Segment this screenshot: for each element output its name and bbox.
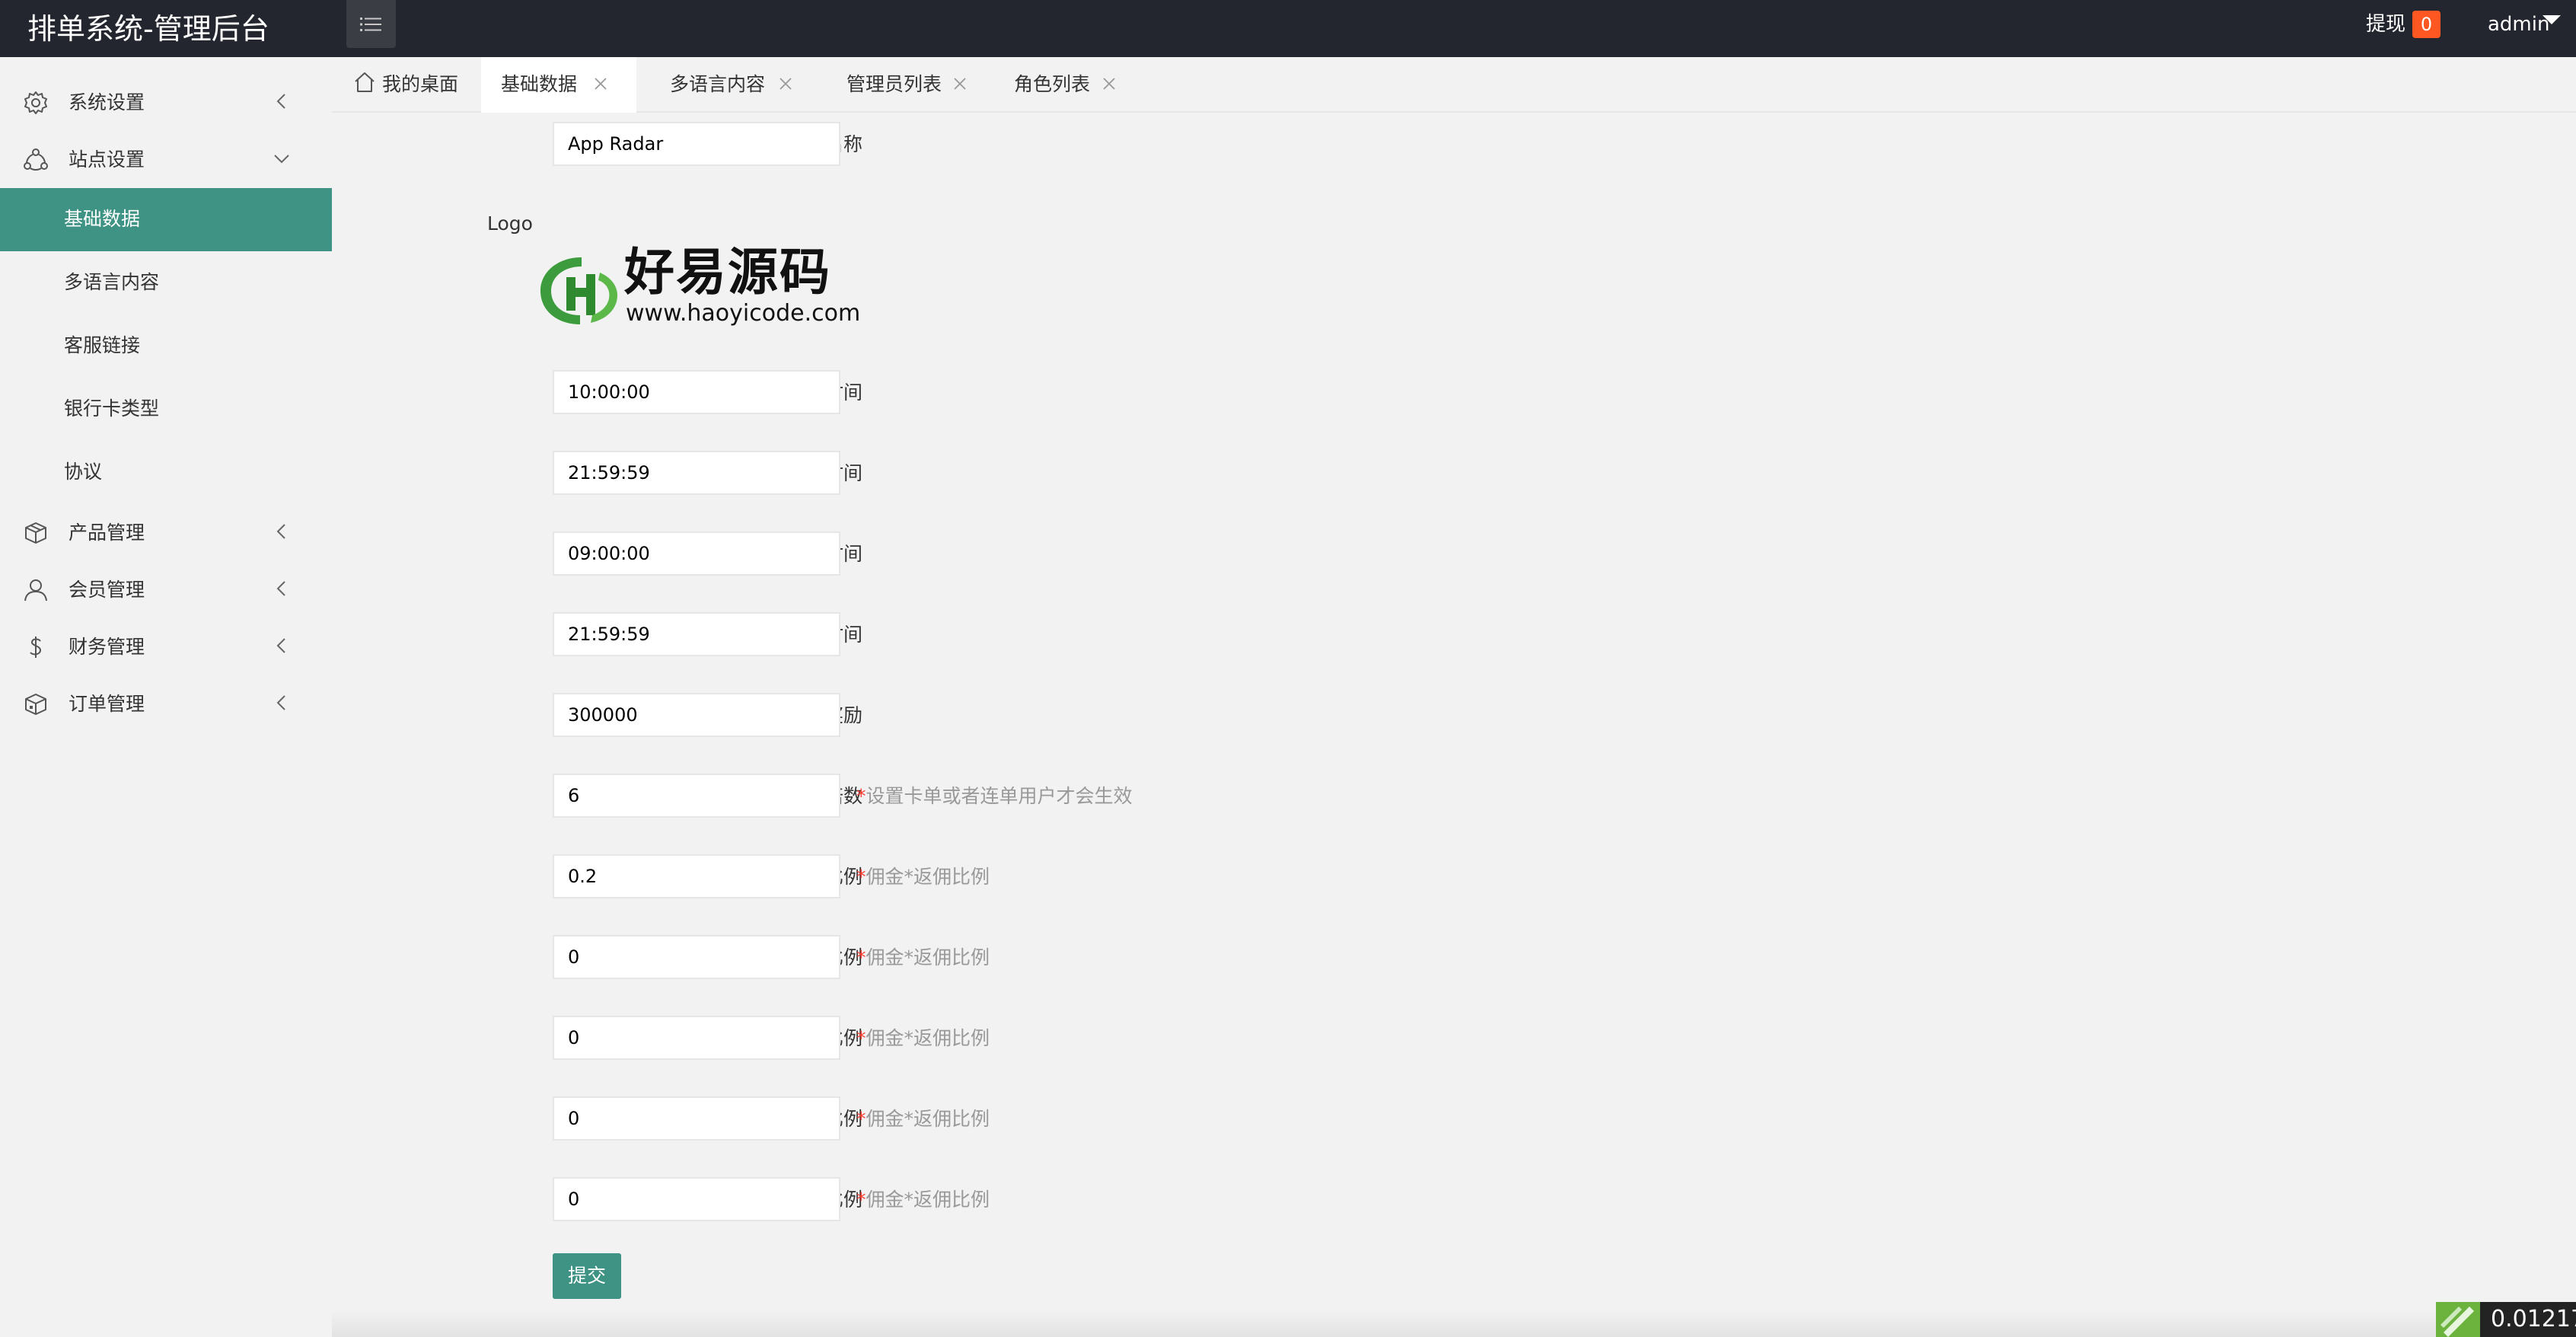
sidebar: 系统设置 站点设置 基础数据 多语言内容 客服链接 银行卡类型 协议 产品管理 — [0, 57, 332, 1337]
tab-admin-list[interactable]: 管理员列表 — [822, 57, 991, 113]
content-bottom-shadow — [332, 1310, 2576, 1337]
register-reward-input[interactable] — [553, 693, 840, 737]
chevron-left-icon — [271, 521, 292, 542]
level2-rebate-input[interactable] — [553, 935, 840, 979]
form-row-level1-rebate: *一级返佣比例 *佣金*返佣比例 — [332, 851, 2576, 900]
form-row-level2-rebate: *二级返佣比例 *佣金*返佣比例 — [332, 932, 2576, 981]
sidebar-item-label: 协议 — [64, 461, 103, 483]
close-icon[interactable] — [1101, 75, 1117, 92]
form-row-app-name: *APP名称 — [332, 119, 2576, 168]
sidebar-item-members[interactable]: 会员管理 — [0, 563, 332, 616]
tab-role-list[interactable]: 角色列表 — [999, 57, 1151, 113]
sidebar-item-site-settings[interactable]: 站点设置 — [0, 132, 332, 186]
withdraw-link[interactable]: 提现 — [2366, 11, 2405, 38]
chevron-left-icon — [271, 635, 292, 656]
chevron-left-icon — [271, 91, 292, 112]
sidebar-item-label: 客服链接 — [64, 334, 141, 356]
sidebar-item-agreement[interactable]: 协议 — [0, 441, 332, 504]
top-header: 排单系统-管理后台 提现 0 admin — [0, 0, 2576, 57]
sidebar-item-label: 系统设置 — [69, 91, 145, 113]
tab-basic-data[interactable]: 基础数据 — [481, 57, 636, 113]
app-name-input[interactable] — [553, 122, 840, 166]
field-hint: *佣金*返佣比例 — [856, 866, 990, 888]
sidebar-item-multilang[interactable]: 多语言内容 — [0, 251, 332, 314]
logo-mark-icon — [540, 257, 618, 324]
logo-image[interactable]: 好易源码 www.haoyicode.com — [536, 243, 860, 333]
sidebar-item-basic-data[interactable]: 基础数据 — [0, 188, 332, 251]
sidebar-item-service-link[interactable]: 客服链接 — [0, 314, 332, 378]
form-row-open-time: *开盘时间 — [332, 367, 2576, 416]
app-title: 排单系统-管理后台 — [27, 12, 269, 46]
submit-button[interactable]: 提交 — [553, 1253, 621, 1299]
form-row-close-time: *闭盘时间 — [332, 448, 2576, 496]
box-icon — [23, 691, 49, 717]
form-row-register-reward: *注册奖励 — [332, 690, 2576, 739]
tab-bar: 我的桌面 基础数据 多语言内容 管理员列表 角色列表 — [332, 57, 2576, 113]
sidebar-item-label: 财务管理 — [69, 636, 145, 658]
logo-text-url: www.haoyicode.com — [626, 300, 861, 327]
user-menu[interactable]: admin — [2488, 11, 2549, 38]
field-hint: *佣金*返佣比例 — [856, 946, 990, 968]
tab-my-desktop[interactable]: 我的桌面 — [332, 57, 478, 113]
tab-label: 基础数据 — [501, 73, 578, 95]
field-hint: *佣金*返佣比例 — [856, 1189, 990, 1211]
rebate-multiple-input[interactable] — [553, 774, 840, 818]
user-icon — [23, 577, 49, 603]
list-icon — [359, 17, 381, 31]
sidebar-item-products[interactable]: 产品管理 — [0, 506, 332, 559]
sidebar-item-label: 银行卡类型 — [64, 397, 160, 420]
sidebar-item-label: 产品管理 — [69, 522, 145, 544]
form-row-level3-rebate: *三级返佣比例 *佣金*返佣比例 — [332, 1013, 2576, 1061]
chevron-left-icon — [271, 692, 292, 713]
sidebar-item-label: 基础数据 — [64, 208, 141, 230]
tab-label: 角色列表 — [1014, 73, 1091, 95]
tab-label: 多语言内容 — [670, 73, 766, 95]
close-icon[interactable] — [592, 75, 609, 92]
logo-label: Logo — [487, 212, 533, 235]
level1-rebate-input[interactable] — [553, 854, 840, 898]
chevron-left-icon — [271, 578, 292, 599]
sidebar-item-label: 会员管理 — [69, 579, 145, 601]
debug-timing[interactable]: 0.012175 — [2480, 1302, 2576, 1337]
close-time-input[interactable] — [553, 451, 840, 495]
level4-rebate-input[interactable] — [553, 1096, 840, 1141]
form-row-withdraw-start: *提现-开始时间 — [332, 528, 2576, 577]
open-time-input[interactable] — [553, 370, 840, 414]
withdraw-count-badge[interactable]: 0 — [2412, 11, 2441, 38]
level3-rebate-input[interactable] — [553, 1016, 840, 1060]
sidebar-item-bank-card-type[interactable]: 银行卡类型 — [0, 378, 332, 441]
debug-toolbar-icon[interactable] — [2436, 1302, 2480, 1337]
sidebar-item-orders[interactable]: 订单管理 — [0, 677, 332, 730]
sidebar-item-finance[interactable]: 财务管理 — [0, 620, 332, 673]
sidebar-item-label: 订单管理 — [69, 693, 145, 715]
gear-icon — [23, 90, 49, 116]
basic-data-form: *APP名称 Logo 好易源码 www.haoyicode.com *开盘时间… — [332, 114, 2576, 1337]
dollar-icon — [23, 634, 49, 660]
logo-text-cn: 好易源码 — [624, 243, 831, 302]
tab-label: 管理员列表 — [846, 73, 942, 95]
close-icon[interactable] — [777, 75, 794, 92]
field-hint: *佣金*返佣比例 — [856, 1108, 990, 1130]
caret-down-icon[interactable] — [2543, 15, 2561, 24]
withdraw-end-input[interactable] — [553, 612, 840, 656]
withdraw-start-input[interactable] — [553, 531, 840, 576]
form-row-rebate-multiple: *返佣倍数 *设置卡单或者连单用户才会生效 — [332, 771, 2576, 819]
level5-rebate-input[interactable] — [553, 1177, 840, 1221]
field-hint: *设置卡单或者连单用户才会生效 — [856, 785, 1133, 807]
package-icon — [23, 520, 49, 546]
site-icon — [23, 147, 49, 173]
sidebar-item-label: 多语言内容 — [64, 271, 160, 293]
menu-toggle-button[interactable] — [346, 0, 396, 48]
field-hint: *佣金*返佣比例 — [856, 1027, 990, 1049]
form-row-withdraw-end: *提现-结束时间 — [332, 609, 2576, 658]
form-row-level4-rebate: *四级返佣比例 *佣金*返佣比例 — [332, 1093, 2576, 1142]
tab-multilang[interactable]: 多语言内容 — [646, 57, 815, 113]
chevron-down-icon — [271, 148, 292, 169]
sidebar-item-label: 站点设置 — [69, 148, 145, 171]
form-row-level5-rebate: *五级返佣比例 *佣金*返佣比例 — [332, 1174, 2576, 1223]
tab-label: 我的桌面 — [382, 73, 459, 95]
home-icon — [353, 71, 376, 94]
close-icon[interactable] — [952, 75, 968, 92]
sidebar-item-system-settings[interactable]: 系统设置 — [0, 75, 332, 129]
